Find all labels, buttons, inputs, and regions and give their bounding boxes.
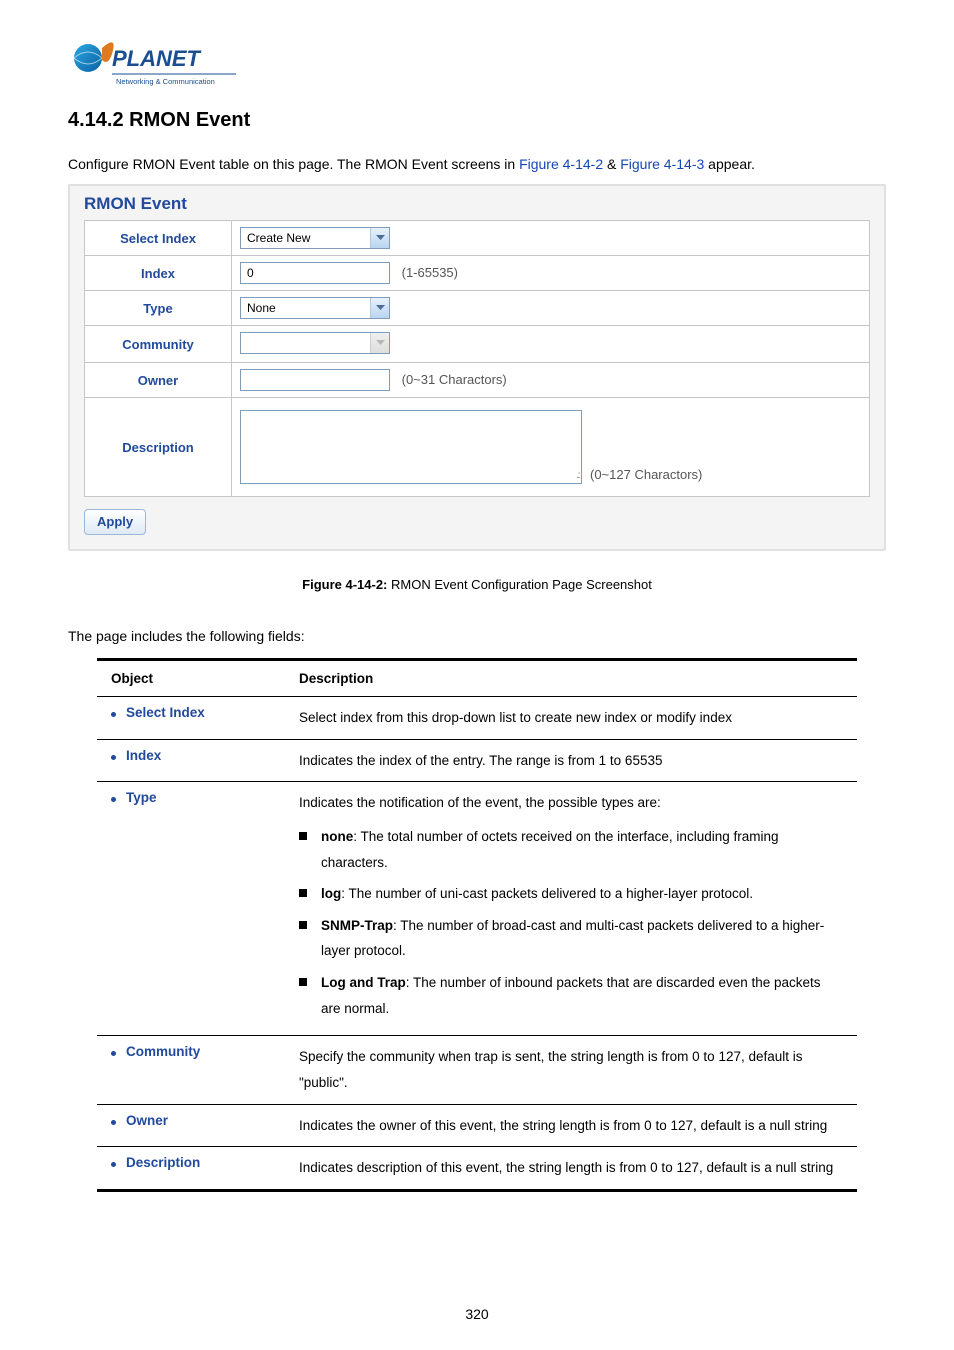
object-select-index: Select Index	[111, 705, 271, 720]
panel-title: RMON Event	[70, 186, 884, 220]
figure-link-2[interactable]: Figure 4-14-3	[620, 156, 704, 172]
page-number: 320	[0, 1306, 954, 1322]
select-index-dropdown[interactable]: Create New	[240, 227, 390, 249]
type-none-text: : The total number of octets received on…	[321, 829, 779, 870]
caption-text: RMON Event Configuration Page Screenshot	[387, 577, 651, 592]
label-select-index: Select Index	[85, 221, 232, 256]
bullet-icon	[111, 1120, 116, 1125]
chevron-down-icon	[370, 333, 389, 353]
desc-community: Specify the community when trap is sent,…	[285, 1036, 857, 1104]
label-index: Index	[85, 256, 232, 291]
intro-paragraph: Configure RMON Event table on this page.…	[68, 156, 886, 172]
figure-link-1[interactable]: Figure 4-14-2	[519, 156, 603, 172]
index-input[interactable]	[240, 262, 390, 284]
bullet-icon	[111, 712, 116, 717]
type-dropdown[interactable]: None	[240, 297, 390, 319]
object-community: Community	[111, 1044, 271, 1059]
desc-owner: Indicates the owner of this event, the s…	[285, 1104, 857, 1147]
apply-button[interactable]: Apply	[84, 509, 146, 535]
type-value: None	[241, 298, 370, 318]
type-none-label: none	[321, 829, 353, 844]
description-note: (0~127 Charactors)	[590, 467, 702, 484]
type-logandtrap-label: Log and Trap	[321, 975, 406, 990]
object-description: Description	[111, 1155, 271, 1170]
object-label: Owner	[126, 1113, 168, 1128]
square-bullet-icon	[299, 978, 307, 986]
table-row: Index Indicates the index of the entry. …	[97, 739, 857, 782]
community-dropdown[interactable]	[240, 332, 390, 354]
object-index: Index	[111, 748, 271, 763]
bullet-icon	[111, 755, 116, 760]
table-row: Type Indicates the notification of the e…	[97, 782, 857, 1036]
fields-intro: The page includes the following fields:	[68, 628, 886, 644]
bullet-icon	[111, 1051, 116, 1056]
desc-type: Indicates the notification of the event,…	[285, 782, 857, 1036]
community-value	[241, 333, 370, 353]
resize-handle-icon: ..::	[576, 470, 579, 481]
brand-logo: PLANET Networking & Communication	[68, 36, 886, 91]
form-table: Select Index Create New Index (1-65535)	[84, 220, 870, 497]
table-row: Select Index Select index from this drop…	[97, 697, 857, 740]
svg-text:Networking & Communication: Networking & Communication	[116, 77, 215, 86]
bullet-icon	[111, 1162, 116, 1167]
label-type: Type	[85, 291, 232, 326]
object-label: Select Index	[126, 705, 205, 720]
list-item: none: The total number of octets receive…	[299, 824, 843, 875]
list-item: SNMP-Trap: The number of broad-cast and …	[299, 913, 843, 964]
caption-bold: Figure 4-14-2:	[302, 577, 387, 592]
intro-post: appear.	[704, 156, 755, 172]
desc-index: Indicates the index of the entry. The ra…	[285, 739, 857, 782]
object-label: Community	[126, 1044, 200, 1059]
label-description: Description	[85, 398, 232, 497]
label-owner: Owner	[85, 363, 232, 398]
label-community: Community	[85, 326, 232, 363]
list-item: Log and Trap: The number of inbound pack…	[299, 970, 843, 1021]
type-snmptrap-text: : The number of broad-cast and multi-cas…	[321, 918, 824, 959]
owner-note: (0~31 Charactors)	[402, 372, 507, 387]
object-owner: Owner	[111, 1113, 271, 1128]
description-textarea[interactable]: ..::	[240, 410, 582, 484]
rmon-event-panel: RMON Event Select Index Create New Index	[68, 184, 886, 551]
desc-select-index: Select index from this drop-down list to…	[285, 697, 857, 740]
svg-text:PLANET: PLANET	[112, 46, 202, 71]
type-log-text: : The number of uni-cast packets deliver…	[341, 886, 753, 901]
intro-mid: &	[603, 156, 620, 172]
desc-description: Indicates description of this event, the…	[285, 1147, 857, 1191]
chevron-down-icon	[370, 228, 389, 248]
object-label: Description	[126, 1155, 200, 1170]
list-item: log: The number of uni-cast packets deli…	[299, 881, 843, 907]
type-log-label: log	[321, 886, 341, 901]
table-row: Community Specify the community when tra…	[97, 1036, 857, 1104]
select-index-value: Create New	[241, 228, 370, 248]
type-intro: Indicates the notification of the event,…	[299, 795, 661, 810]
object-label: Index	[126, 748, 161, 763]
col-object: Object	[97, 660, 285, 697]
bullet-icon	[111, 797, 116, 802]
intro-pre: Configure RMON Event table on this page.…	[68, 156, 519, 172]
table-row: Description Indicates description of thi…	[97, 1147, 857, 1191]
table-row: Owner Indicates the owner of this event,…	[97, 1104, 857, 1147]
object-label: Type	[126, 790, 157, 805]
square-bullet-icon	[299, 832, 307, 840]
fields-table: Object Description Select Index Select i…	[97, 658, 857, 1192]
type-snmptrap-label: SNMP-Trap	[321, 918, 393, 933]
object-type: Type	[111, 790, 271, 805]
square-bullet-icon	[299, 921, 307, 929]
planet-logo-icon: PLANET Networking & Communication	[68, 36, 238, 91]
figure-caption: Figure 4-14-2: RMON Event Configuration …	[68, 577, 886, 592]
section-heading: 4.14.2 RMON Event	[68, 109, 886, 132]
owner-input[interactable]	[240, 369, 390, 391]
square-bullet-icon	[299, 889, 307, 897]
index-note: (1-65535)	[402, 265, 458, 280]
col-description: Description	[285, 660, 857, 697]
chevron-down-icon	[370, 298, 389, 318]
